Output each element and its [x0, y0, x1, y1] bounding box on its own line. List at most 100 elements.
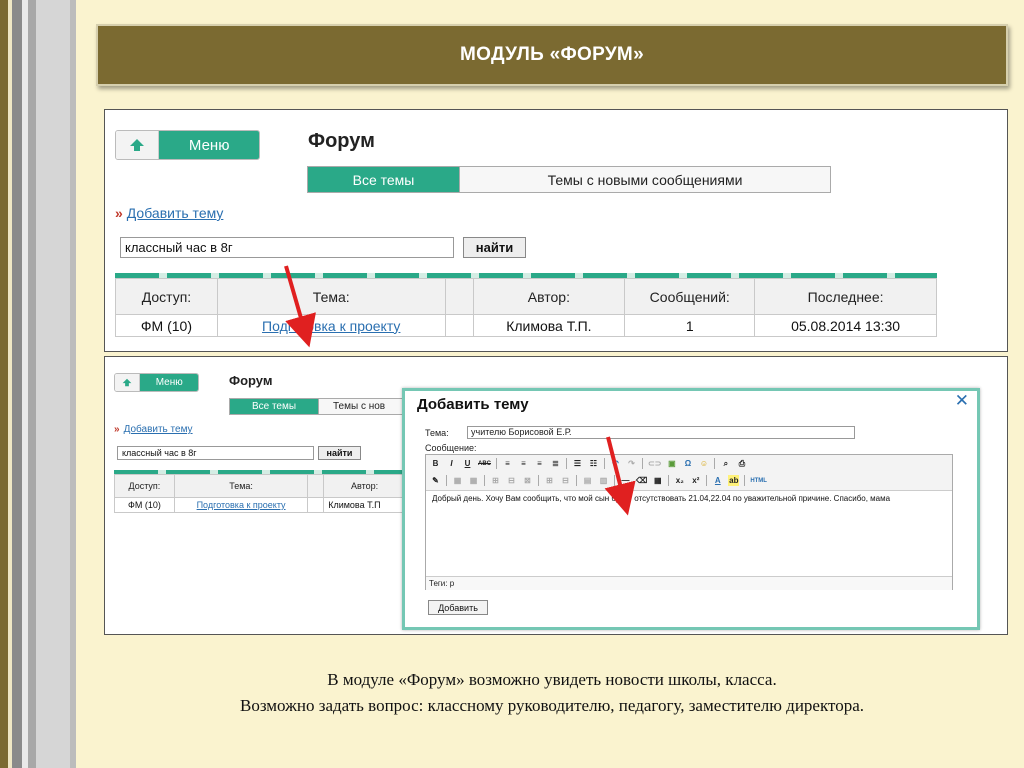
col-before-icon[interactable]: ⊞ [544, 475, 555, 486]
up-arrow-icon [115, 374, 141, 391]
undo-icon[interactable]: ↶ [610, 458, 621, 469]
tab-all-topics[interactable]: Все темы [308, 167, 459, 192]
link-icon[interactable]: ⊂⊃ [648, 458, 661, 469]
topic-input[interactable]: учителю Борисовой Е.Р. [467, 426, 855, 439]
submit-add-button[interactable]: Добавить [428, 600, 488, 615]
col-spacer [444, 278, 474, 315]
tab-all-topics-small[interactable]: Все темы [230, 399, 318, 414]
print-icon[interactable]: ⎙ [736, 458, 747, 469]
visual-aid-icon[interactable]: ▦ [652, 475, 663, 486]
cell-topic-link[interactable]: Подготовка к проекту [173, 497, 309, 513]
tab-new-messages-small[interactable]: Темы с нов [318, 399, 408, 414]
raquo-icon: » [114, 424, 120, 435]
find-replace-icon[interactable]: ⌕ [720, 458, 731, 469]
col-last: Последнее: [754, 278, 937, 315]
cell-access: ФМ (10) [114, 497, 175, 513]
caption-line-2: Возможно задать вопрос: классному руково… [239, 696, 865, 715]
highlight-color-icon[interactable]: ab [728, 475, 740, 486]
col-messages: Сообщений: [624, 278, 756, 315]
forum-title-small: Форум [229, 373, 273, 388]
toolbar-separator [614, 475, 615, 486]
smiley-icon[interactable]: ☺ [698, 458, 709, 469]
col-spacer [307, 474, 325, 498]
cell-spacer [444, 314, 474, 337]
split-cells-icon[interactable]: ▥ [598, 475, 609, 486]
menu-button-label: Меню [159, 131, 259, 159]
align-center-icon[interactable]: ≡ [518, 458, 529, 469]
bullet-list-icon[interactable]: ☰ [572, 458, 583, 469]
find-button-small[interactable]: найти [318, 446, 361, 460]
search-input[interactable]: классный час в 8г [120, 237, 454, 258]
topic-label: Тема: [425, 428, 449, 438]
menu-button-label: Меню [140, 374, 198, 391]
table-props-icon[interactable]: ▦ [468, 475, 479, 486]
topics-table-small: Доступ: Тема: Автор: ФМ (10) Подготовка … [114, 470, 406, 513]
align-justify-icon[interactable]: ≣ [550, 458, 561, 469]
cell-topic-link[interactable]: Подготовка к проекту [216, 314, 446, 337]
add-topic-link[interactable]: » Добавить тему [115, 205, 223, 221]
toolbar-separator [604, 458, 605, 469]
col-author: Автор: [323, 474, 406, 498]
add-topic-link-small[interactable]: » Добавить тему [114, 424, 193, 435]
raquo-icon: » [115, 205, 123, 221]
forum-tabs: Все темы Темы с новыми сообщениями [307, 166, 831, 193]
toolbar-separator [484, 475, 485, 486]
message-editor: B I U ABC ≡ ≡ ≡ ≣ ☰ ☷ ↶ ↷ ⊂⊃ ▣ Ω ☺ ⌕ ⎙ ✎… [425, 454, 953, 590]
cell-messages: 1 [624, 314, 756, 337]
topics-table: Доступ: Тема: Автор: Сообщений: Последне… [115, 273, 937, 337]
italic-icon[interactable]: I [446, 458, 457, 469]
cell-author: Климова Т.П. [472, 314, 626, 337]
delete-row-icon[interactable]: ⊠ [522, 475, 533, 486]
row-after-icon[interactable]: ⊟ [506, 475, 517, 486]
bold-icon[interactable]: B [430, 458, 441, 469]
html-source-icon[interactable]: HTML [750, 475, 767, 486]
underline-icon[interactable]: U [462, 458, 473, 469]
strikethrough-icon[interactable]: ABC [478, 458, 491, 469]
cell-spacer [307, 497, 325, 513]
toolbar-separator [706, 475, 708, 486]
horizontal-rule-icon[interactable]: — [620, 475, 631, 486]
add-topic-label: Добавить тему [126, 205, 224, 221]
table-row: ФМ (10) Подготовка к проекту Климова Т.П [114, 497, 406, 513]
row-before-icon[interactable]: ⊞ [490, 475, 501, 486]
image-icon[interactable]: ▣ [666, 458, 677, 469]
cell-last: 05.08.2014 13:30 [754, 314, 937, 337]
caption-line-1: В модуле «Форум» возможно увидеть новост… [327, 670, 777, 689]
col-topic: Тема: [216, 278, 446, 315]
tab-new-messages[interactable]: Темы с новыми сообщениями [459, 167, 830, 192]
slide-title: МОДУЛЬ «ФОРУМ» [96, 24, 1008, 86]
close-icon[interactable]: ✕ [955, 391, 969, 411]
add-topic-dialog: Добавить тему ✕ Тема: учителю Борисовой … [402, 388, 980, 630]
merge-cells-icon[interactable]: ▤ [582, 475, 593, 486]
cell-author: Климова Т.П [323, 497, 406, 513]
toolbar-separator [496, 458, 497, 469]
left-decorative-stripes [0, 0, 76, 768]
table-header-row: Доступ: Тема: Автор: Сообщений: Последне… [115, 278, 937, 315]
cell-access: ФМ (10) [115, 314, 218, 337]
search-input-small[interactable]: классный час в 8г [117, 446, 314, 460]
find-button[interactable]: найти [463, 237, 526, 258]
forum-tabs-small: Все темы Темы с нов [229, 398, 409, 415]
col-after-icon[interactable]: ⊟ [560, 475, 571, 486]
table-header-row: Доступ: Тема: Автор: [114, 474, 406, 498]
omega-icon[interactable]: Ω [682, 458, 693, 469]
eraser-icon[interactable]: ⌫ [636, 475, 647, 486]
numbered-list-icon[interactable]: ☷ [588, 458, 599, 469]
menu-button[interactable]: Меню [115, 130, 260, 160]
align-left-icon[interactable]: ≡ [502, 458, 513, 469]
toolbar-row-1: B I U ABC ≡ ≡ ≡ ≣ ☰ ☷ ↶ ↷ ⊂⊃ ▣ Ω ☺ ⌕ ⎙ [426, 455, 952, 472]
menu-button-small[interactable]: Меню [114, 373, 199, 392]
col-author: Автор: [472, 278, 626, 315]
redo-icon[interactable]: ↷ [626, 458, 637, 469]
add-topic-label: Добавить тему [123, 424, 193, 435]
superscript-icon[interactable]: x² [690, 475, 701, 486]
table-icon[interactable]: ▦ [452, 475, 463, 486]
edit-icon[interactable]: ✎ [430, 475, 441, 486]
subscript-icon[interactable]: x₂ [674, 475, 685, 486]
editor-text-area[interactable]: Добрый день. Хочу Вам сообщить, что мой … [426, 491, 952, 576]
text-color-icon[interactable]: A [712, 475, 723, 486]
toolbar-separator [744, 475, 746, 486]
toolbar-row-2: ✎ ▦ ▦ ⊞ ⊟ ⊠ ⊞ ⊟ ▤ ▥ — ⌫ ▦ x₂ x² A ab HTM… [426, 472, 952, 489]
dialog-title: Добавить тему [417, 396, 529, 413]
align-right-icon[interactable]: ≡ [534, 458, 545, 469]
